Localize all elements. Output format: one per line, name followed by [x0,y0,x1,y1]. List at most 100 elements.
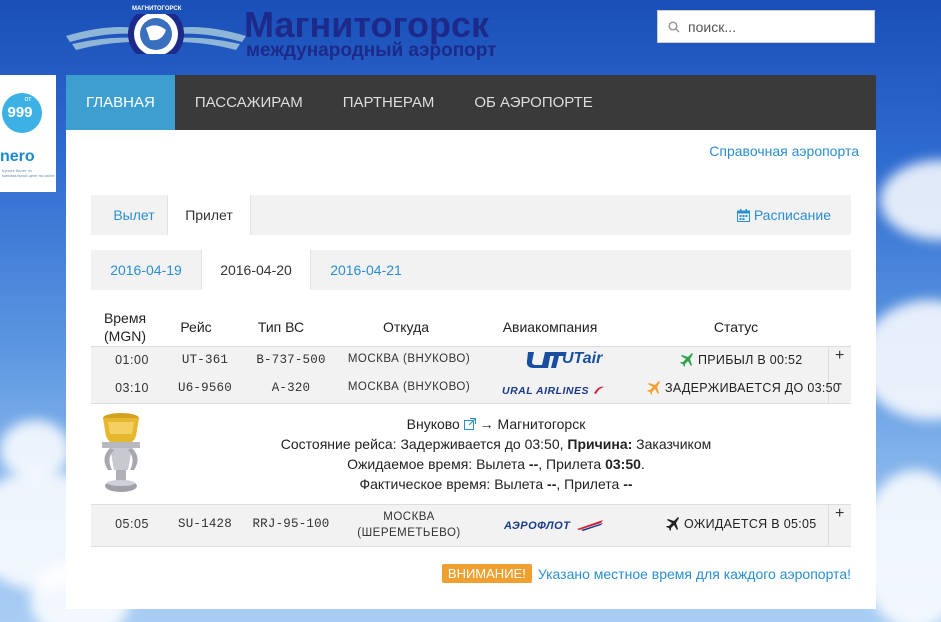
date-tabs: 2016-04-19 2016-04-20 2016-04-21 [91,250,851,290]
flight-direction-tabs: Вылет Прилет Расписание [91,195,851,235]
expected-arrival: 03:50 [605,456,641,472]
airline-name: АЭРОФЛОТ [504,520,571,532]
price-value: 999 [7,104,33,121]
status-text: ЗАДЕРЖИВАЕТСЯ ДО 03:50 [665,381,841,395]
airport-trophy-icon [102,413,140,492]
route-arrow: → [479,416,494,432]
expand-toggle[interactable]: + [835,347,844,365]
actual-label: Фактическое время: Вылета [359,476,544,492]
search-input[interactable] [688,18,858,35]
status-delayed: ЗАДЕРЖИВАЕТСЯ ДО 03:50 [647,381,840,395]
notice-text: Указано местное время для каждого аэропо… [537,565,851,582]
side-brand: nero [0,148,35,165]
cell-time: 05:05 [115,517,149,531]
cell-from: МОСКВА (ВНУКОВО) [347,353,471,365]
nav-item-partners[interactable]: ПАРТНЕРАМ [323,75,455,130]
detail-state: Состояние рейса: Задерживается до 03:50,… [196,436,796,452]
emblem-text: МАГНИТОГОРСК [132,6,182,12]
header-status: Статус [713,319,759,335]
date-tab-prev[interactable]: 2016-04-19 [91,250,201,290]
cell-from: МОСКВА (ВНУКОВО) [347,381,471,393]
expected-end: . [640,456,645,472]
state-value: Задерживается до 03:50, [400,436,564,452]
reason-value: Заказчиком [636,436,712,452]
divider [828,505,829,546]
divider [91,504,851,505]
actual-arrival: -- [623,476,633,492]
airline-logo-aeroflot: АЭРОФЛОТ [504,516,605,534]
calendar-icon [736,208,750,222]
airport-emblem-icon[interactable] [66,14,246,54]
state-label: Состояние рейса: [280,436,397,452]
divider [91,346,851,347]
plane-delayed-icon [647,381,660,395]
expected-label: Ожидаемое время: Вылета [347,456,526,472]
search-icon [668,20,680,33]
cell-aircraft: RRJ-95-100 [252,517,330,531]
nav-item-passengers[interactable]: ПАССАЖИРАМ [175,75,323,130]
collapse-toggle[interactable]: - [837,375,842,393]
cell-time: 01:00 [115,353,149,367]
main-nav: ГЛАВНАЯ ПАССАЖИРАМ ПАРТНЕРАМ ОБ АЭРОПОРТ… [66,75,876,130]
expected-mid: , Прилета [538,456,602,472]
date-tab-next[interactable]: 2016-04-21 [311,250,421,290]
plane-arrived-icon [680,353,693,367]
status-text: ПРИБЫЛ В 00:52 [698,353,803,367]
price-circle: от 999 ₽ [2,93,44,133]
header-airline: Авиакомпания [502,319,598,335]
actual-mid: , Прилета [556,476,620,492]
date-tab-current[interactable]: 2016-04-20 [201,250,311,290]
actual-departure: -- [547,476,557,492]
status-expected: ОЖИДАЕТСЯ В 05:05 [666,517,816,531]
aeroflot-wing-icon [576,519,603,531]
expected-departure: -- [528,456,539,472]
route-to: Магнитогорск [497,416,586,432]
tab-arrival[interactable]: Прилет [167,195,251,235]
detail-expected: Ожидаемое время: Вылета --, Прилета 03:5… [196,456,796,472]
header-flight: Рейс [180,319,212,335]
header: МАГНИТОГОРСК Магнитогорск международный … [0,0,941,75]
tab-departure[interactable]: Вылет [91,195,177,235]
side-small-text: Купите билет по минимальной цене на сайт… [2,168,55,178]
reason-label: Причина: [567,436,633,452]
nav-item-home[interactable]: ГЛАВНАЯ [66,75,175,130]
cell-flight: UT-361 [181,353,229,367]
expand-toggle[interactable]: + [835,505,844,523]
header-time-zone: (MGN) [104,328,146,344]
airline-name: UTair [562,350,603,367]
side-ad-widget[interactable]: от 999 ₽ nero Купите билет по минимально… [0,75,56,192]
header-time-label: Время [103,310,147,326]
cell-from: МОСКВА (ШЕРЕМЕТЬЕВО) [344,509,474,541]
header-time: Время (MGN) [96,309,154,345]
nav-item-about[interactable]: ОБ АЭРОПОРТЕ [454,75,612,130]
external-link-icon[interactable] [463,418,476,430]
cell-flight: U6-9560 [178,381,232,395]
price-prefix: от [24,96,32,103]
airline-logo-ural: URAL AIRLINES [502,381,605,399]
airline-logo-utair: UTair [526,350,602,375]
schedule-link[interactable]: Расписание [736,195,831,235]
status-text: ОЖИДАЕТСЯ В 05:05 [684,517,817,531]
route-from[interactable]: Внуково [407,416,460,432]
detail-route: Внуково → Магнитогорск [196,416,796,432]
divider [91,546,851,547]
schedule-label: Расписание [753,207,831,223]
cell-aircraft: B-737-500 [256,353,326,367]
airline-name: URAL AIRLINES [502,385,590,397]
price-currency: ₽ [39,123,45,130]
search-box[interactable] [657,10,875,43]
plane-expected-icon [666,517,679,531]
header-from: Откуда [382,319,430,335]
help-desk-link[interactable]: Справочная аэропорта [709,143,859,159]
cell-aircraft: A-320 [271,381,311,395]
cell-time: 03:10 [115,381,149,395]
cell-from-city: МОСКВА [383,511,435,523]
main-container: ГЛАВНАЯ ПАССАЖИРАМ ПАРТНЕРАМ ОБ АЭРОПОРТ… [66,75,876,609]
cell-from-airport: (ШЕРЕМЕТЬЕВО) [357,527,461,539]
status-arrived: ПРИБЫЛ В 00:52 [680,353,803,367]
notice-badge: ВНИМАНИЕ! [441,564,532,583]
cell-flight: SU-1428 [178,517,232,531]
airport-subtitle: международный аэропорт [246,40,497,61]
timezone-notice: ВНИМАНИЕ! Указано местное время для кажд… [441,564,851,583]
header-aircraft: Тип ВС [257,319,305,335]
